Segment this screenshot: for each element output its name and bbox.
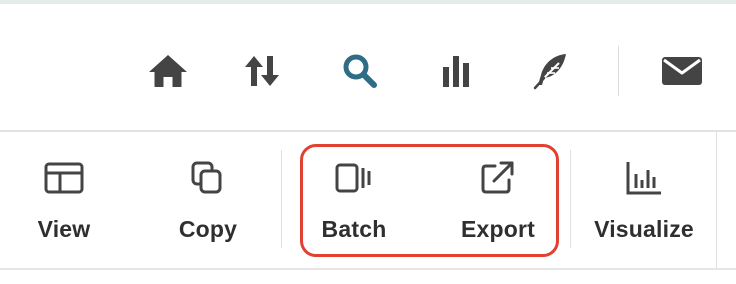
toolbar-edge-divider bbox=[716, 132, 717, 268]
visualize-chart-icon bbox=[624, 160, 664, 196]
view-layout-icon bbox=[44, 160, 84, 196]
export-icon bbox=[478, 160, 518, 196]
visualize-button[interactable]: Visualize bbox=[588, 132, 700, 268]
toolbar-divider bbox=[281, 150, 282, 248]
sort-arrows-icon[interactable] bbox=[240, 49, 284, 93]
visualize-label: Visualize bbox=[594, 216, 694, 242]
feather-icon[interactable] bbox=[528, 49, 572, 93]
view-button[interactable]: View bbox=[14, 132, 114, 268]
toolbar-divider bbox=[570, 150, 571, 248]
copy-button[interactable]: Copy bbox=[158, 132, 258, 268]
batch-label: Batch bbox=[321, 216, 387, 242]
search-icon[interactable] bbox=[338, 49, 382, 93]
batch-button[interactable]: Batch bbox=[304, 132, 404, 268]
bar-chart-icon[interactable] bbox=[434, 49, 478, 93]
toolbar: View Copy Batch Export Visualize bbox=[0, 132, 736, 268]
nav-divider bbox=[618, 46, 619, 96]
top-navigation bbox=[0, 4, 736, 130]
export-label: Export bbox=[460, 216, 536, 242]
mail-icon[interactable] bbox=[660, 49, 704, 93]
home-icon[interactable] bbox=[146, 49, 190, 93]
content-area bbox=[0, 270, 736, 284]
batch-icon bbox=[334, 160, 374, 196]
copy-label: Copy bbox=[178, 216, 238, 242]
view-label: View bbox=[37, 216, 91, 242]
export-button[interactable]: Export bbox=[448, 132, 548, 268]
copy-icon bbox=[188, 160, 228, 196]
